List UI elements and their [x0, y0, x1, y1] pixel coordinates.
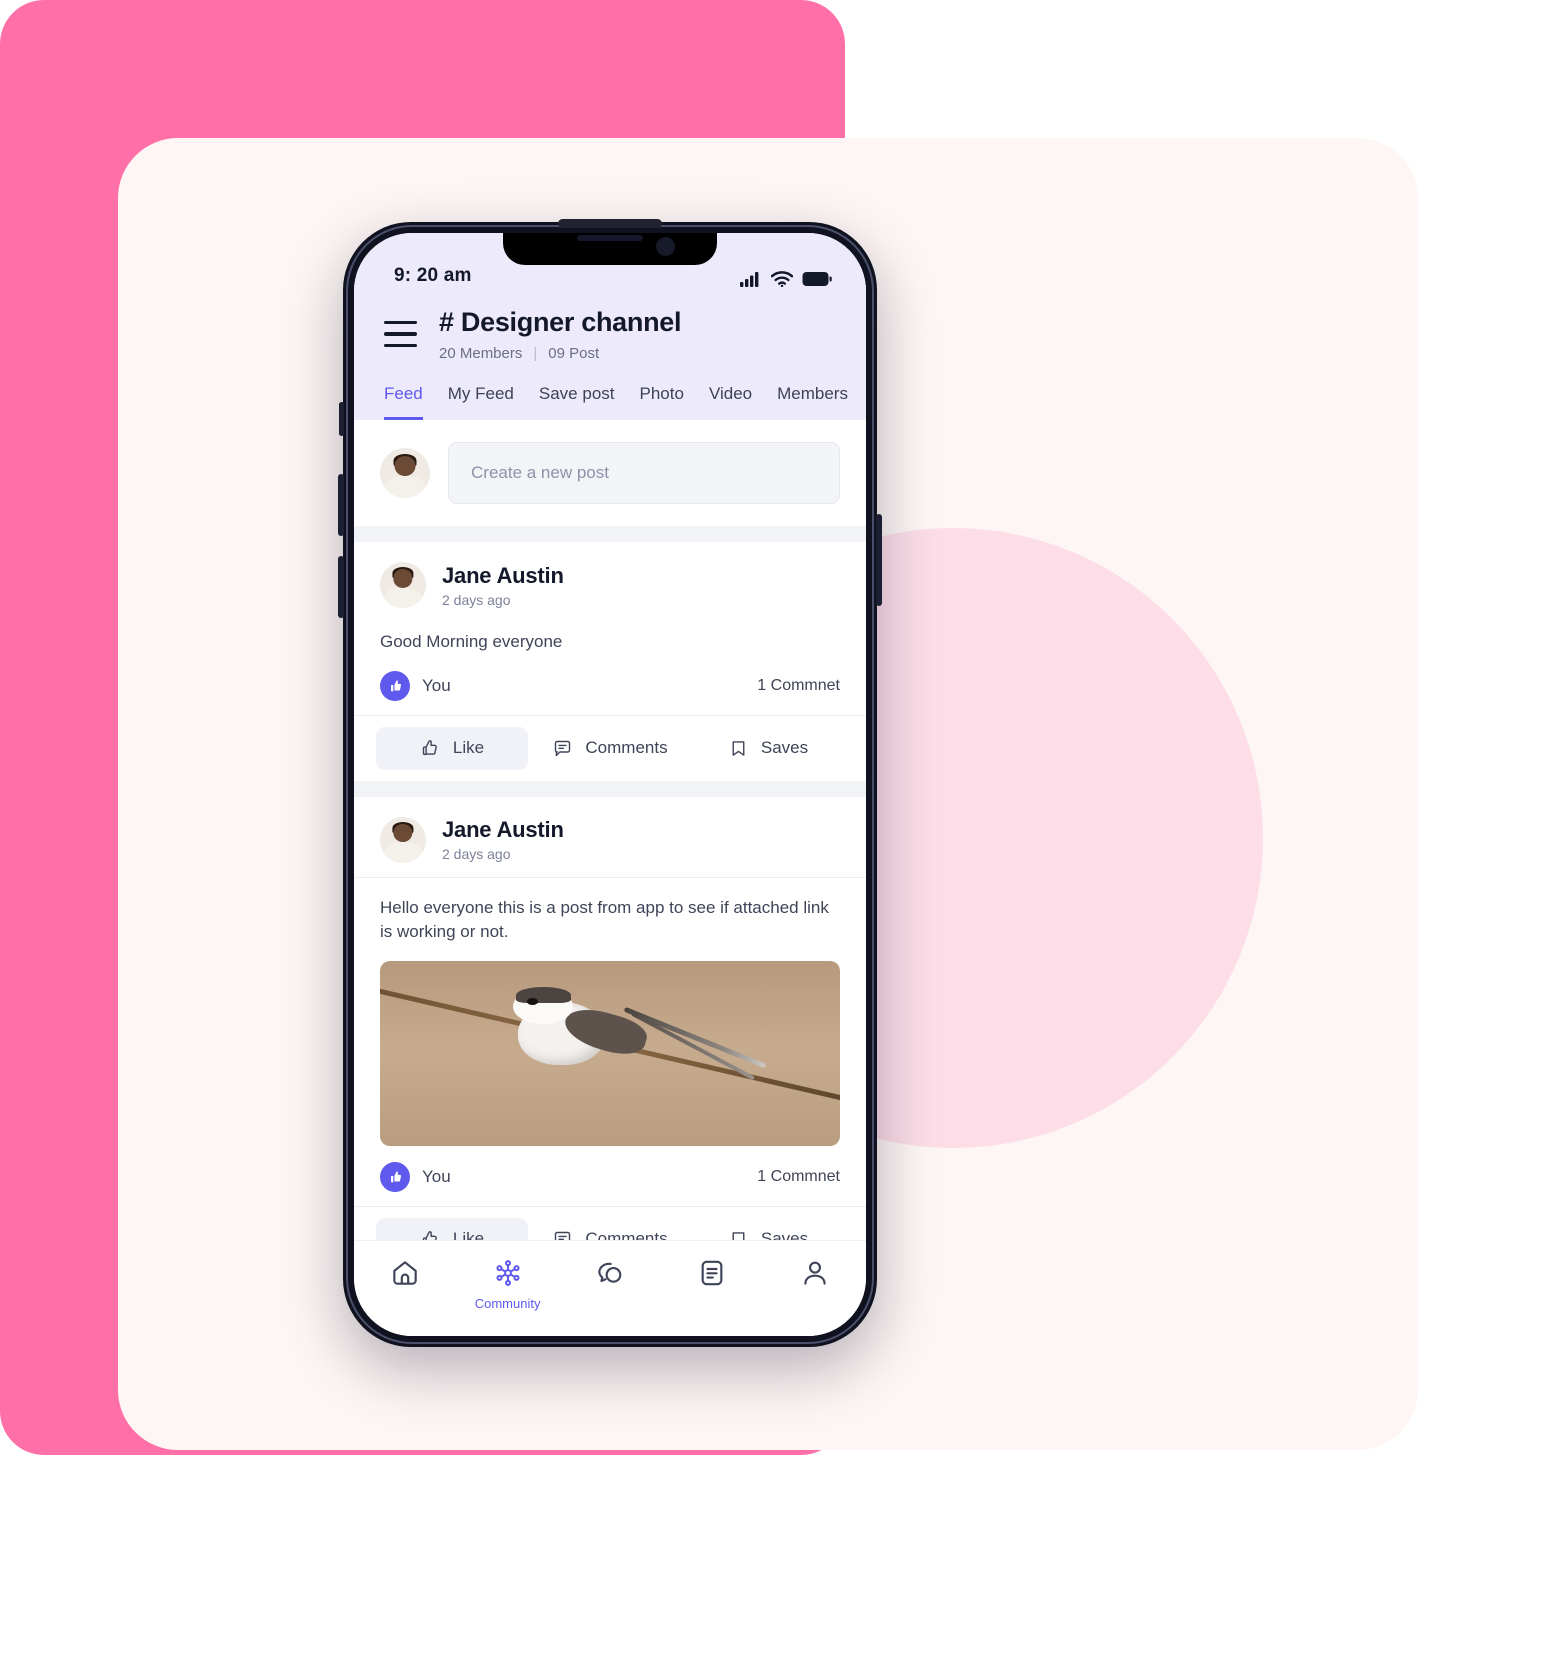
post-timestamp: 2 days ago — [442, 591, 511, 608]
nav-item-home[interactable] — [370, 1257, 440, 1289]
nav-item-documents[interactable] — [677, 1257, 747, 1289]
like-button[interactable]: Like — [376, 726, 528, 770]
avatar — [380, 816, 426, 863]
post-author[interactable]: Jane Austin — [442, 563, 564, 589]
post-body-text: Good Morning everyone — [380, 632, 563, 651]
like-button[interactable]: Like — [376, 1217, 528, 1240]
thumbs-up-filled-icon — [380, 1161, 410, 1192]
saves-button[interactable]: Saves — [692, 1218, 844, 1240]
nav-item-chat[interactable] — [575, 1257, 645, 1289]
feed-scroll-area[interactable]: Create a new post Jane Austin 2 days ago — [354, 420, 866, 1240]
post-author[interactable]: Jane Austin — [442, 817, 564, 843]
page-title: # Designer channel — [439, 307, 682, 337]
tab-my-feed[interactable]: My Feed — [448, 384, 514, 420]
channel-header: # Designer channel 20 Members | 09 Post — [354, 295, 866, 362]
saves-label: Saves — [760, 1229, 809, 1240]
comments-label: Comments — [585, 1229, 668, 1240]
post-card: Jane Austin 2 days ago Good Morning ever… — [354, 542, 866, 781]
like-label: Like — [452, 738, 485, 758]
tab-members[interactable]: Members — [777, 384, 848, 420]
nav-label-community: Community — [474, 1296, 541, 1311]
tab-save-post[interactable]: Save post — [539, 384, 615, 420]
feed-divider — [354, 780, 866, 797]
avatar — [380, 562, 426, 608]
battery-icon — [802, 272, 832, 286]
comments-label: Comments — [585, 738, 668, 758]
nav-item-community[interactable]: Community — [473, 1257, 543, 1311]
bookmark-icon — [732, 1232, 745, 1240]
feed-divider — [354, 526, 866, 542]
post-action-bar: Like Comments Saves — [354, 1205, 866, 1240]
hamburger-menu-icon[interactable] — [384, 307, 417, 348]
like-label: Like — [452, 1229, 485, 1240]
status-icons — [740, 271, 832, 287]
thumbs-up-icon — [422, 1231, 437, 1240]
status-time: 9: 20 am — [394, 265, 472, 286]
tab-feed[interactable]: Feed — [384, 384, 423, 420]
community-hub-icon — [496, 1260, 520, 1286]
phone-screen: 9: 20 am # Designer channel 20 Members |… — [354, 233, 866, 1336]
avatar — [380, 448, 430, 498]
phone-mockup: 9: 20 am # Designer channel 20 Members |… — [338, 219, 882, 1347]
post-likers[interactable]: You — [380, 670, 451, 701]
meta-separator: | — [533, 345, 538, 362]
screenshot-stage: 9: 20 am # Designer channel 20 Members |… — [0, 0, 1552, 1680]
tab-bar: Feed My Feed Save post Photo Video Membe… — [354, 362, 866, 420]
phone-power-button[interactable] — [876, 514, 882, 606]
notch-camera-icon — [656, 237, 675, 256]
tab-photo[interactable]: Photo — [640, 384, 684, 420]
chat-bubbles-icon — [598, 1262, 622, 1283]
bookmark-icon — [732, 740, 745, 756]
comment-bubble-icon — [555, 740, 571, 756]
post-stats: You 1 Commnet — [354, 1146, 866, 1206]
bottom-navigation-bar: Community — [354, 1240, 866, 1336]
phone-volume-up-button[interactable] — [338, 474, 344, 536]
cellular-signal-icon — [740, 272, 759, 287]
thumbs-up-icon — [422, 739, 437, 755]
channel-meta: 20 Members | 09 Post — [439, 345, 681, 362]
create-post-input[interactable]: Create a new post — [448, 442, 840, 504]
post-card: Jane Austin 2 days ago Hello everyone th… — [354, 796, 866, 1240]
nav-item-profile[interactable] — [780, 1257, 850, 1289]
likers-label: You — [422, 675, 451, 695]
post-attached-image[interactable] — [380, 960, 840, 1146]
post-timestamp: 2 days ago — [442, 846, 511, 863]
phone-mute-button[interactable] — [339, 402, 344, 436]
profile-person-icon — [804, 1261, 826, 1285]
comments-button[interactable]: Comments — [534, 1218, 686, 1240]
likers-label: You — [422, 1166, 451, 1186]
post-likers[interactable]: You — [380, 1161, 451, 1192]
saves-button[interactable]: Saves — [692, 727, 844, 770]
post-count: 09 Post — [548, 345, 600, 362]
post-stats: You 1 Commnet — [354, 655, 866, 715]
comment-bubble-icon — [555, 1231, 571, 1240]
tab-video[interactable]: Video — [709, 384, 752, 420]
post-body-text: Hello everyone this is a post from app t… — [380, 897, 829, 942]
post-action-bar: Like Comments Saves — [354, 714, 866, 781]
comment-count[interactable]: 1 Commnet — [757, 1168, 840, 1186]
wifi-icon — [771, 271, 793, 287]
phone-top-speaker — [558, 219, 662, 228]
notch-speaker-icon — [577, 235, 643, 241]
member-count: 20 Members — [439, 345, 523, 362]
document-icon — [701, 1260, 723, 1286]
phone-volume-down-button[interactable] — [338, 556, 344, 618]
saves-label: Saves — [760, 738, 809, 758]
comments-button[interactable]: Comments — [534, 727, 686, 770]
comment-count[interactable]: 1 Commnet — [757, 677, 840, 695]
post-composer: Create a new post — [354, 420, 866, 526]
post-header: Jane Austin 2 days ago — [354, 542, 866, 622]
thumbs-up-filled-icon — [380, 670, 410, 701]
home-icon — [393, 1261, 417, 1285]
status-bar: 9: 20 am — [354, 233, 866, 295]
post-header: Jane Austin 2 days ago — [354, 797, 866, 877]
phone-notch — [503, 233, 717, 265]
